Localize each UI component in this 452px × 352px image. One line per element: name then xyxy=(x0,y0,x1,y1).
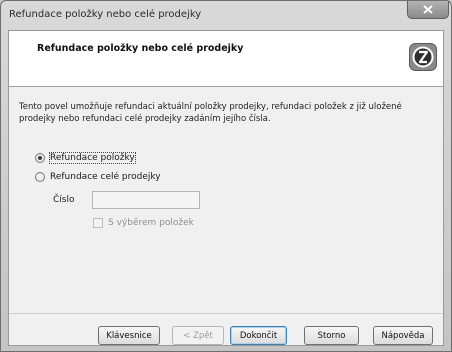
select-items-label: S výběrem položek xyxy=(108,218,194,228)
back-button[interactable]: < Zpět xyxy=(172,326,224,345)
radio-item-refund[interactable]: Refundace položky xyxy=(35,152,136,164)
radio-item-refund-label: Refundace položky xyxy=(49,152,136,164)
title-bar[interactable]: Refundace položky nebo celé prodejky xyxy=(1,1,451,29)
window-title: Refundace položky nebo celé prodejky xyxy=(9,9,202,20)
help-button[interactable]: Nápověda xyxy=(373,326,433,345)
select-items-checkbox[interactable]: S výběrem položek xyxy=(93,218,194,228)
wizard-header: Refundace položky nebo celé prodejky xyxy=(9,31,443,87)
header-title: Refundace položky nebo celé prodejky xyxy=(37,43,244,54)
select-items-checkbox-box[interactable] xyxy=(93,218,103,228)
radio-full-refund-label: Refundace celé prodejky xyxy=(50,172,161,182)
footer-divider xyxy=(9,313,443,314)
app-logo-icon xyxy=(409,43,437,71)
close-icon xyxy=(423,5,433,14)
radio-item-refund-control[interactable] xyxy=(35,153,45,163)
keyboard-button[interactable]: Klávesnice xyxy=(98,326,160,345)
number-label: Číslo xyxy=(53,195,75,205)
finish-button[interactable]: Dokončit xyxy=(230,326,287,345)
radio-full-refund-control[interactable] xyxy=(35,172,45,182)
dialog-content: Refundace položky nebo celé prodejky Ten… xyxy=(8,30,444,346)
dialog-window: Refundace položky nebo celé prodejky Ref… xyxy=(0,0,452,352)
radio-full-refund[interactable]: Refundace celé prodejky xyxy=(35,172,161,182)
close-button[interactable] xyxy=(407,1,449,19)
number-input[interactable] xyxy=(92,191,200,209)
cancel-button[interactable]: Storno xyxy=(304,326,359,345)
description-text: Tento povel umožňuje refundaci aktuální … xyxy=(19,102,402,124)
